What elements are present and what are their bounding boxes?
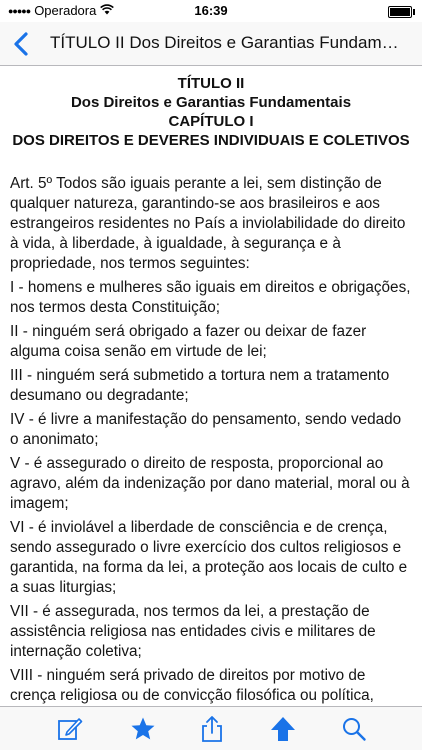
back-chevron-icon[interactable] [10,29,34,59]
nav-title: TÍTULO II Dos Direitos e Garantias Funda… [50,33,408,52]
article-text: Art. 5º Todos são iguais perante a lei, … [10,174,412,706]
article-paragraph: VII - é assegurada, nos termos da lei, a… [10,603,376,660]
document-content[interactable]: TÍTULO II Dos Direitos e Garantias Funda… [0,66,422,706]
heading-subtitle: Dos Direitos e Garantias Fundamentais [70,94,352,111]
bottom-toolbar [0,706,422,750]
section-heading: TÍTULO II Dos Direitos e Garantias Funda… [10,74,412,150]
edit-note-icon[interactable] [56,715,84,743]
navigation-bar: TÍTULO II Dos Direitos e Garantias Funda… [0,22,422,66]
article-paragraph: Art. 5º Todos são iguais perante a lei, … [10,175,406,272]
star-icon[interactable] [129,715,157,743]
search-icon[interactable] [340,715,368,743]
article-paragraph: VI - é inviolável a liberdade de consciê… [10,519,408,596]
article-paragraph: III - ninguém será submetido a tortura n… [10,367,390,404]
heading-title: TÍTULO II [177,75,245,92]
battery-icon [388,6,415,18]
status-bar: ●●●●● Operadora 16:39 [0,0,422,22]
heading-chapter: CAPÍTULO I [168,113,254,130]
article-paragraph: IV - é livre a manifestação do pensament… [10,411,402,448]
article-paragraph: V - é assegurado o direito de resposta, … [10,455,410,512]
arrow-up-icon[interactable] [269,715,297,743]
article-paragraph: VIII - ninguém será privado de direitos … [10,667,374,704]
heading-chapter-title: DOS DIREITOS E DEVERES INDIVIDUAIS E COL… [12,132,410,149]
share-icon[interactable] [198,715,226,743]
article-paragraph: I - homens e mulheres são iguais em dire… [10,279,411,316]
article-paragraph: II - ninguém será obrigado a fazer ou de… [10,323,367,360]
status-time: 16:39 [194,3,228,18]
